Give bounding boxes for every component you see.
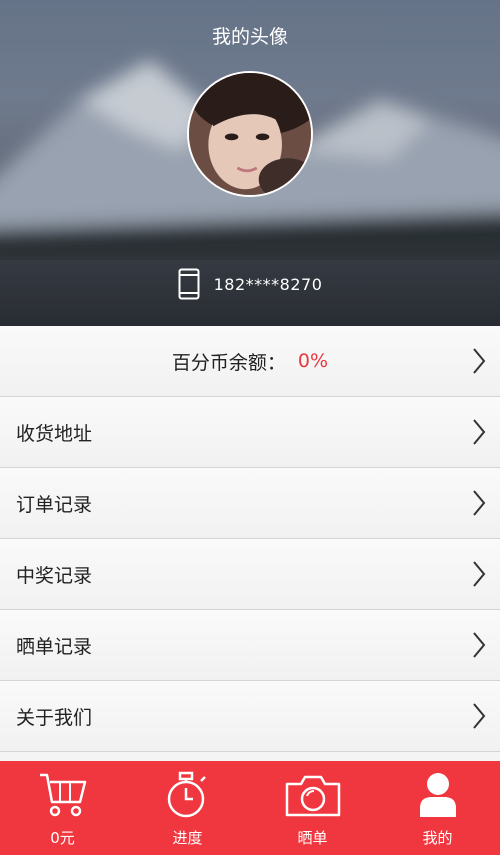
avatar-title: 我的头像 (211, 26, 288, 48)
chevron-right-icon (472, 418, 486, 446)
tab-label: 进度 (172, 829, 203, 847)
menu-item-shares[interactable]: 晒单记录 (0, 610, 500, 681)
phone-number: 182****8270 (213, 274, 323, 294)
tab-share[interactable]: 晒单 (250, 761, 375, 855)
balance-label: 百分币余额： (171, 351, 286, 374)
avatar-photo (189, 73, 311, 195)
menu-item-label: 订单记录 (16, 493, 93, 516)
camera-icon (284, 769, 342, 821)
menu-item-about[interactable]: 关于我们 (0, 681, 500, 752)
user-icon (418, 769, 458, 821)
tab-label: 0元 (50, 829, 75, 847)
cart-icon (38, 769, 88, 821)
phone-icon (178, 268, 200, 300)
tab-progress[interactable]: 进度 (125, 761, 250, 855)
menu-item-orders[interactable]: 订单记录 (0, 468, 500, 539)
menu-item-label: 收货地址 (16, 422, 93, 445)
stopwatch-icon (165, 769, 211, 821)
tab-zero-yuan[interactable]: 0元 (0, 761, 125, 855)
menu-item-address[interactable]: 收货地址 (0, 397, 500, 468)
chevron-right-icon (472, 560, 486, 588)
menu-item-label: 关于我们 (16, 706, 93, 729)
tab-label: 晒单 (297, 829, 328, 847)
menu-item-label: 晒单记录 (16, 635, 93, 658)
chevron-right-icon (472, 347, 486, 375)
phone-row: 182****8270 (0, 268, 500, 300)
menu-item-label: 中奖记录 (16, 564, 93, 587)
chevron-right-icon (472, 489, 486, 517)
tab-mine[interactable]: 我的 (375, 761, 500, 855)
bottom-tab-bar: 0元 进度 晒单 我的 (0, 761, 500, 855)
chevron-right-icon (472, 631, 486, 659)
chevron-right-icon (472, 702, 486, 730)
profile-header: 我的头像 182****8270 (0, 0, 500, 326)
menu-list: 百分币余额： 0% 收货地址 订单记录 中奖记录 晒单记录 关于我们 (0, 326, 500, 752)
balance-value: 0% (297, 350, 329, 372)
menu-item-prizes[interactable]: 中奖记录 (0, 539, 500, 610)
tab-label: 我的 (422, 829, 453, 847)
balance-row[interactable]: 百分币余额： 0% (0, 326, 500, 397)
avatar[interactable] (187, 71, 313, 197)
